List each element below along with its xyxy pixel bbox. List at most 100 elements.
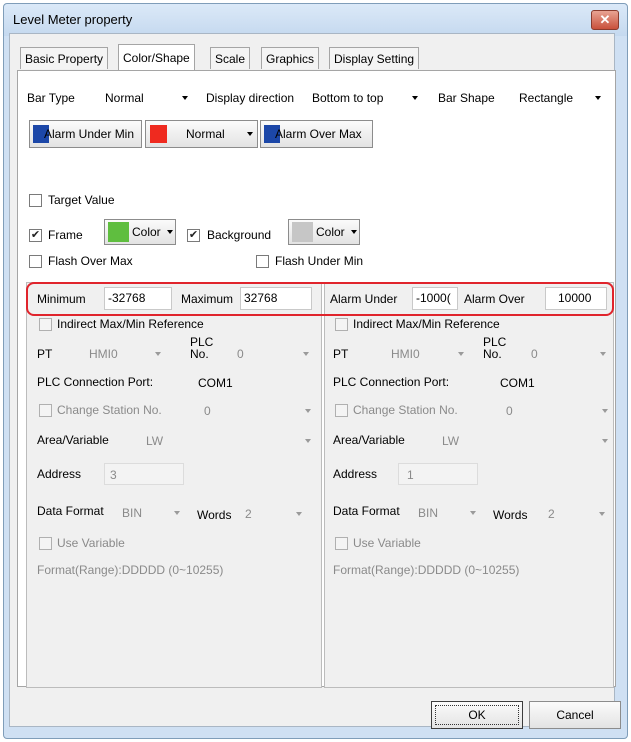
target-value-label: Target Value: [48, 193, 115, 207]
left-indirect-checkbox[interactable]: [39, 318, 52, 331]
normal-dropdown-icon: [247, 132, 253, 136]
left-address-value: 3: [110, 468, 117, 482]
cancel-label: Cancel: [556, 708, 594, 722]
right-data-format-label: Data Format: [333, 504, 400, 518]
alarm-group: [324, 282, 614, 688]
frame-color-swatch: [108, 222, 129, 242]
right-pt-select[interactable]: HMI0: [391, 347, 420, 361]
tab-graphics[interactable]: Graphics: [261, 47, 320, 69]
left-use-variable-label: Use Variable: [57, 536, 125, 550]
background-label: Background: [207, 228, 272, 242]
right-data-format-dropdown-icon[interactable]: [470, 511, 476, 515]
left-port-value: COM1: [198, 376, 233, 390]
left-area-select[interactable]: LW: [146, 434, 163, 448]
tab-scale[interactable]: Scale: [210, 47, 251, 69]
frame-color-dropdown-icon: [167, 230, 173, 234]
bar-shape-dropdown-icon[interactable]: [595, 96, 601, 100]
left-range-format-text: Format(Range):DDDDD (0~10255): [37, 563, 224, 577]
frame-color-label: Color: [132, 225, 161, 239]
left-station-select[interactable]: 0: [204, 404, 211, 418]
left-area-dropdown-icon[interactable]: [305, 439, 311, 443]
left-plc-no-dropdown-icon[interactable]: [303, 352, 309, 356]
ok-button[interactable]: OK: [431, 701, 523, 729]
flash-over-max-checkbox[interactable]: [29, 255, 42, 268]
right-indirect-label: Indirect Max/Min Reference: [353, 317, 500, 331]
right-port-label: PLC Connection Port:: [333, 375, 450, 389]
alarm-under-min-label: Alarm Under Min: [44, 127, 135, 141]
left-plc-no-select[interactable]: 0: [237, 347, 244, 361]
left-area-label: Area/Variable: [37, 433, 109, 447]
left-plc-no-label: PLC No.: [190, 335, 214, 361]
right-station-select[interactable]: 0: [506, 404, 513, 418]
right-indirect-checkbox[interactable]: [335, 318, 348, 331]
bar-type-select[interactable]: Normal: [105, 91, 144, 105]
left-pt-select[interactable]: HMI0: [89, 347, 118, 361]
background-color-button[interactable]: Color: [288, 219, 360, 245]
background-color-swatch: [292, 222, 313, 242]
right-area-select[interactable]: LW: [442, 434, 459, 448]
left-words-label: Words: [197, 508, 232, 522]
left-address-input[interactable]: 3: [104, 463, 184, 485]
tab-display-setting[interactable]: Display Setting: [329, 47, 420, 69]
normal-color-button[interactable]: Normal: [145, 120, 258, 148]
right-pt-label: PT: [333, 347, 349, 361]
ok-label: OK: [468, 708, 486, 722]
right-words-label: Words: [493, 508, 528, 522]
right-plc-no-label: PLC No.: [483, 335, 507, 361]
left-change-station-label: Change Station No.: [57, 403, 162, 417]
right-pt-dropdown-icon[interactable]: [458, 352, 464, 356]
right-plc-no-select[interactable]: 0: [531, 347, 538, 361]
tab-color-shape[interactable]: Color/Shape: [118, 44, 195, 71]
right-words-dropdown-icon[interactable]: [599, 512, 605, 516]
display-direction-label: Display direction: [206, 91, 295, 105]
right-area-dropdown-icon[interactable]: [602, 439, 608, 443]
right-words-select[interactable]: 2: [548, 507, 555, 521]
left-data-format-dropdown-icon[interactable]: [174, 511, 180, 515]
tab-basic-property[interactable]: Basic Property: [20, 47, 109, 69]
display-direction-dropdown-icon[interactable]: [412, 96, 418, 100]
right-address-input[interactable]: 1: [398, 463, 478, 485]
window-title: Level Meter property: [13, 12, 133, 27]
normal-swatch: [150, 125, 167, 143]
right-address-label: Address: [333, 467, 378, 481]
highlight-frame: [26, 282, 614, 316]
background-color-dropdown-icon: [351, 230, 357, 234]
flash-under-min-label: Flash Under Min: [275, 254, 364, 268]
bar-shape-select[interactable]: Rectangle: [519, 91, 573, 105]
bar-type-label: Bar Type: [27, 91, 75, 105]
background-checkbox[interactable]: ✔: [187, 229, 200, 242]
alarm-over-max-label: Alarm Over Max: [275, 127, 362, 141]
left-station-dropdown-icon[interactable]: [305, 409, 311, 413]
left-pt-dropdown-icon[interactable]: [155, 352, 161, 356]
right-use-variable-checkbox[interactable]: [335, 537, 348, 550]
cancel-button[interactable]: Cancel: [529, 701, 621, 729]
frame-color-button[interactable]: Color: [104, 219, 176, 245]
left-words-select[interactable]: 2: [245, 507, 252, 521]
right-range-format-text: Format(Range):DDDDD (0~10255): [333, 563, 520, 577]
alarm-under-min-color-button[interactable]: Alarm Under Min: [29, 120, 142, 148]
display-direction-select[interactable]: Bottom to top: [312, 91, 383, 105]
left-data-format-select[interactable]: BIN: [122, 506, 142, 520]
bar-shape-label: Bar Shape: [438, 91, 495, 105]
left-change-station-checkbox[interactable]: [39, 404, 52, 417]
left-use-variable-checkbox[interactable]: [39, 537, 52, 550]
right-data-format-select[interactable]: BIN: [418, 506, 438, 520]
left-port-label: PLC Connection Port:: [37, 375, 154, 389]
bar-type-dropdown-icon[interactable]: [182, 96, 188, 100]
frame-label: Frame: [48, 228, 83, 242]
frame-checkbox[interactable]: ✔: [29, 229, 42, 242]
close-button[interactable]: ✕: [591, 10, 619, 30]
right-change-station-checkbox[interactable]: [335, 404, 348, 417]
left-data-format-label: Data Format: [37, 504, 104, 518]
background-color-label: Color: [316, 225, 345, 239]
target-value-checkbox[interactable]: [29, 194, 42, 207]
right-address-value: 1: [407, 468, 414, 482]
left-pt-label: PT: [37, 347, 53, 361]
right-plc-no-dropdown-icon[interactable]: [600, 352, 606, 356]
flash-over-max-label: Flash Over Max: [48, 254, 133, 268]
flash-under-min-checkbox[interactable]: [256, 255, 269, 268]
left-words-dropdown-icon[interactable]: [296, 512, 302, 516]
right-station-dropdown-icon[interactable]: [602, 409, 608, 413]
alarm-over-max-color-button[interactable]: Alarm Over Max: [260, 120, 373, 148]
title-bar: Level Meter property ✕: [4, 4, 627, 36]
